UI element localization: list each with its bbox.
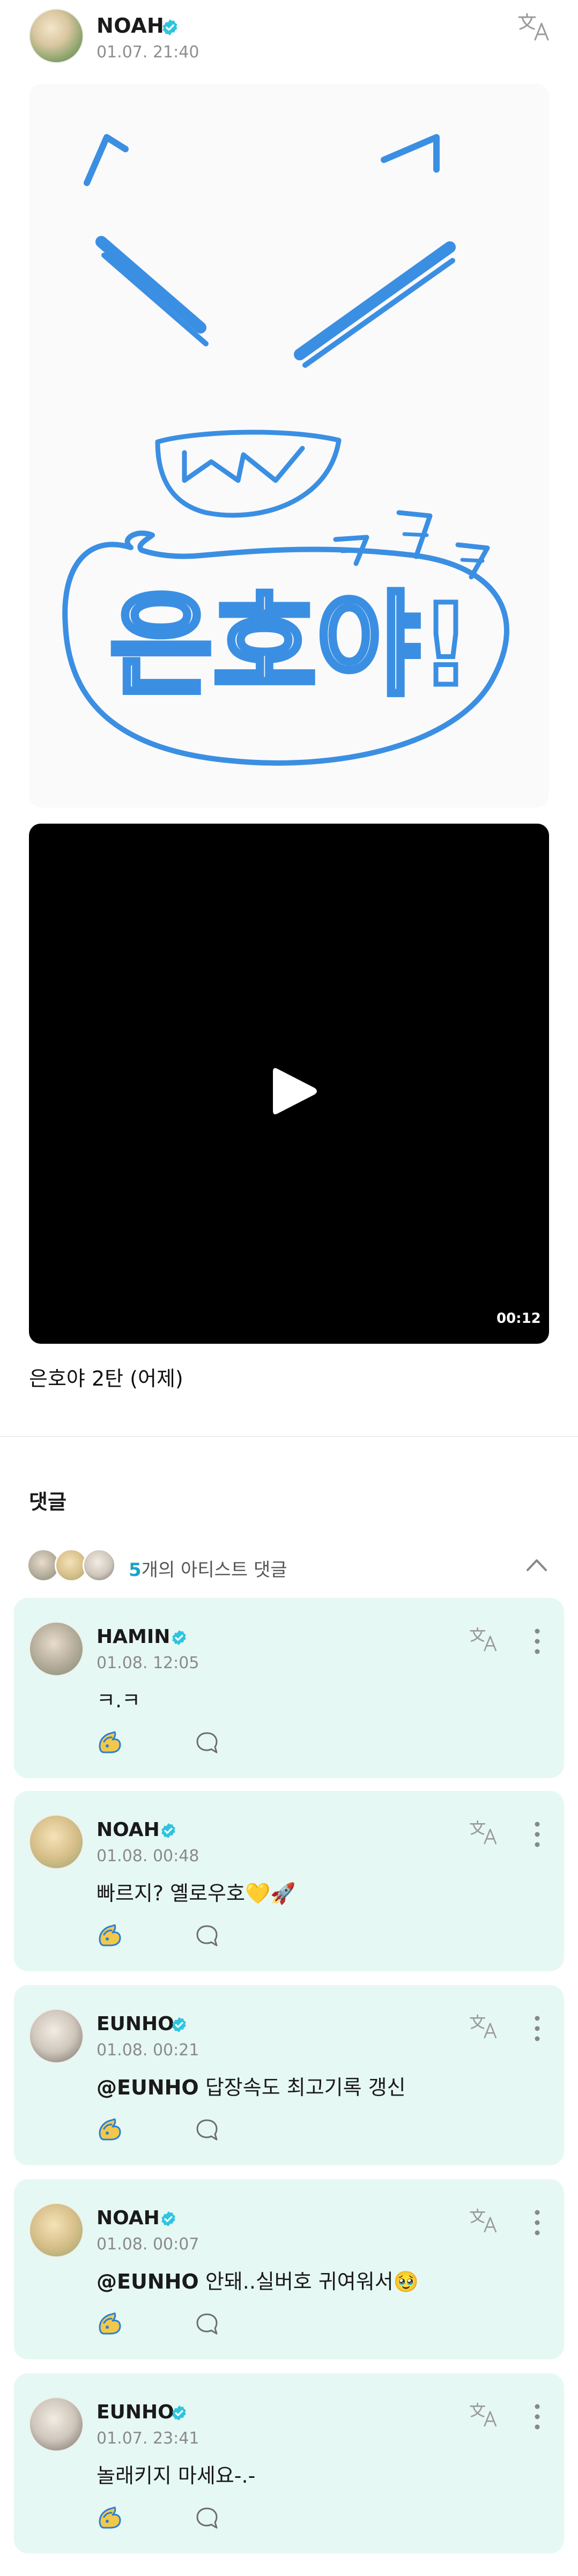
comment-text: 놀래키지 마세요-.- xyxy=(97,2459,255,2489)
comment-date: 01.08. 00:48 xyxy=(97,1847,199,1866)
comment-author[interactable]: NOAH xyxy=(97,2207,160,2229)
reply-icon[interactable] xyxy=(194,2311,220,2337)
verified-icon xyxy=(172,2405,186,2420)
drawing-text: 은호야! xyxy=(109,580,471,711)
avatar[interactable] xyxy=(29,9,84,63)
comment-body: 답장속도 최고기록 갱신 xyxy=(198,2076,406,2099)
artist-comments-toggle[interactable]: 5개의 아티스트 댓글 xyxy=(0,1544,578,1587)
avatar[interactable] xyxy=(29,1815,84,1869)
comment-body: ㅋ.ㅋ xyxy=(97,1689,140,1712)
comment-author[interactable]: EUNHO xyxy=(97,2013,174,2035)
post-date: 01.07. 21:40 xyxy=(97,43,199,62)
comment-card: NOAH 01.08. 00:48 빠르지? 옐로우호💛🚀 xyxy=(14,1791,564,1971)
more-icon[interactable] xyxy=(534,2209,540,2236)
comment-card: EUNHO 01.07. 23:41 놀래키지 마세요-.- xyxy=(14,2373,564,2553)
more-icon[interactable] xyxy=(534,1821,540,1848)
translate-icon[interactable] xyxy=(469,1626,499,1653)
comment-body: 놀래키지 마세요-.- xyxy=(97,2464,256,2488)
verified-icon xyxy=(172,2017,186,2032)
like-icon[interactable] xyxy=(97,2311,123,2336)
translate-icon[interactable] xyxy=(517,12,551,42)
comment-text: ㅋ.ㅋ xyxy=(97,1684,140,1713)
avatar[interactable] xyxy=(29,1622,84,1676)
doodle-drawing: 은호야! xyxy=(62,134,509,766)
drawing-image[interactable]: 은호야! xyxy=(29,84,549,808)
author-name[interactable]: NOAH xyxy=(97,14,164,38)
comment-date: 01.08. 00:07 xyxy=(97,2235,199,2254)
avatar[interactable] xyxy=(29,2397,84,2452)
comment-author[interactable]: HAMIN xyxy=(97,1626,170,1648)
avatar[interactable] xyxy=(29,2009,84,2063)
verified-icon xyxy=(161,1823,175,1838)
verified-icon xyxy=(162,19,177,35)
translate-icon[interactable] xyxy=(469,2013,499,2040)
comment-card: EUNHO 01.08. 00:21 @EUNHO 답장속도 최고기록 갱신 xyxy=(14,1985,564,2165)
like-icon[interactable] xyxy=(97,1923,123,1948)
comment-mention[interactable]: @EUNHO xyxy=(97,2076,199,2099)
comments-title: 댓글 xyxy=(29,1490,66,1514)
like-icon[interactable] xyxy=(97,2505,123,2530)
more-icon[interactable] xyxy=(534,2403,540,2430)
reply-icon[interactable] xyxy=(194,2117,220,2143)
comment-date: 01.08. 12:05 xyxy=(97,1654,199,1672)
comment-date: 01.08. 00:21 xyxy=(97,2041,199,2060)
post-header: NOAH 01.07. 21:40 xyxy=(0,0,578,75)
more-icon[interactable] xyxy=(534,1628,540,1655)
comment-text: @EUNHO 안돼..실버호 귀여워서🥹 xyxy=(97,2265,419,2294)
comment-text: @EUNHO 답장속도 최고기록 갱신 xyxy=(97,2071,406,2100)
comment-body: 안돼..실버호 귀여워서🥹 xyxy=(198,2270,419,2293)
like-icon[interactable] xyxy=(97,1730,123,1755)
artist-comment-count: 5개의 아티스트 댓글 xyxy=(129,1555,287,1581)
like-icon[interactable] xyxy=(97,2117,123,2142)
verified-icon xyxy=(172,1630,186,1645)
reply-icon[interactable] xyxy=(194,1923,220,1949)
translate-icon[interactable] xyxy=(469,2207,499,2234)
comment-author[interactable]: NOAH xyxy=(97,1819,160,1841)
video-duration: 00:12 xyxy=(497,1311,541,1327)
translate-icon[interactable] xyxy=(469,1819,499,1846)
comment-date: 01.07. 23:41 xyxy=(97,2429,199,2448)
comment-body: 빠르지? 옐로우호💛🚀 xyxy=(97,1882,296,1905)
play-icon[interactable] xyxy=(271,1064,319,1118)
comment-author[interactable]: EUNHO xyxy=(97,2401,174,2423)
comment-card: NOAH 01.08. 00:07 @EUNHO 안돼..실버호 귀여워서🥹 xyxy=(14,2179,564,2359)
artist-count-number: 5 xyxy=(129,1559,142,1581)
comment-mention[interactable]: @EUNHO xyxy=(97,2270,199,2293)
comment-text: 빠르지? 옐로우호💛🚀 xyxy=(97,1877,296,1906)
artist-count-label: 개의 아티스트 댓글 xyxy=(141,1559,287,1581)
reply-icon[interactable] xyxy=(194,1730,220,1756)
more-icon[interactable] xyxy=(534,2015,540,2042)
reply-icon[interactable] xyxy=(194,2505,220,2531)
translate-icon[interactable] xyxy=(469,2401,499,2428)
section-divider xyxy=(0,1436,578,1437)
chevron-up-icon[interactable] xyxy=(524,1554,549,1575)
verified-icon xyxy=(161,2211,175,2226)
post-caption: 은호야 2탄 (어제) xyxy=(29,1367,183,1390)
avatar xyxy=(83,1549,116,1582)
comment-card: HAMIN 01.08. 12:05 ㅋ.ㅋ xyxy=(14,1598,564,1778)
avatar[interactable] xyxy=(29,2203,84,2257)
